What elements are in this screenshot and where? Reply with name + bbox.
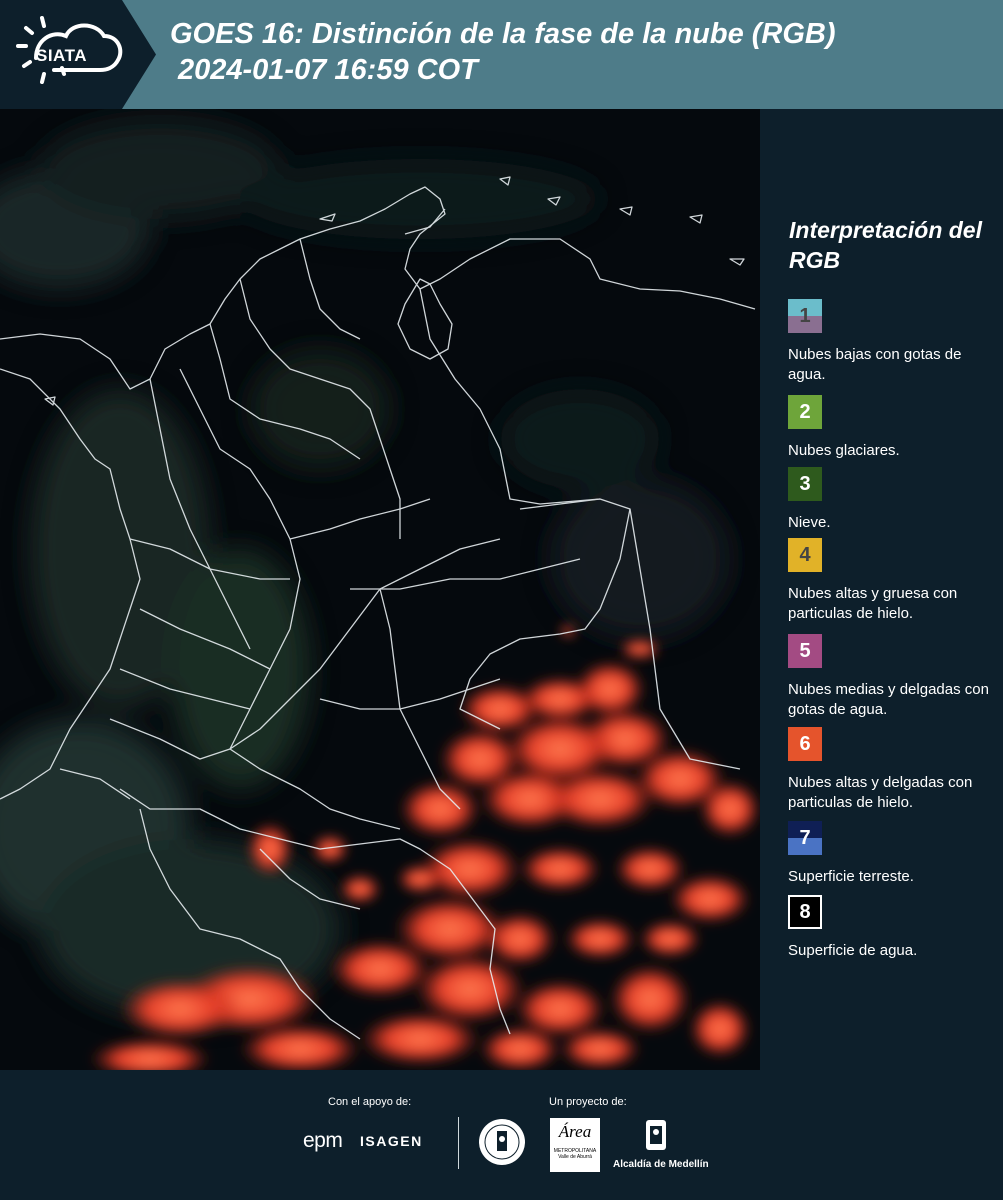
legend-item-8: 8 Superficie de agua.	[788, 895, 998, 961]
legend-swatch-6: 6	[788, 727, 822, 761]
legend-title: Interpretación del RGB	[789, 217, 982, 273]
legend-item-2: 2 Nubes glaciares.	[788, 395, 998, 461]
title-line-1: GOES 16: Distinción de la fase de la nub…	[170, 18, 836, 50]
legend-item-1: 1 Nubes bajas con gotas de agua.	[788, 299, 998, 385]
legend-item-4: 4 Nubes altas y gruesa con particulas de…	[788, 538, 998, 624]
epm-logo: epm	[303, 1129, 343, 1152]
area-logo-subtext: METROPOLITANA Valle de Aburrá	[553, 1148, 597, 1160]
logo-text: SIATA	[36, 46, 87, 65]
legend-item-3: 3 Nieve.	[788, 467, 998, 533]
footer: Con el apoyo de: Un proyecto de: epm ISA…	[0, 1070, 1003, 1200]
legend-label-3: Nieve.	[788, 514, 831, 531]
legend-swatch-4: 4	[788, 538, 822, 572]
legend-swatch-7: 7	[788, 821, 822, 855]
footer-divider	[458, 1117, 459, 1169]
medellin-label: Alcaldía de Medellín	[613, 1159, 709, 1170]
legend-panel: Interpretación del RGB 1 Nubes bajas con…	[760, 109, 1003, 1070]
satellite-map[interactable]	[0, 109, 760, 1070]
legend-swatch-1: 1	[788, 299, 822, 333]
header: SIATA GOES 16: Distinción de la fase de …	[0, 0, 1003, 109]
university-seal-icon	[479, 1119, 525, 1165]
legend-swatch-8: 8	[788, 895, 822, 929]
legend-swatch-5: 5	[788, 634, 822, 668]
legend-swatch-2: 2	[788, 395, 822, 429]
legend-label-7: Superficie terreste.	[788, 868, 914, 885]
legend-item-6: 6 Nubes altas y delgadas con particulas …	[788, 727, 998, 813]
legend-item-7: 7 Superficie terreste.	[788, 821, 998, 887]
legend-item-5: 5 Nubes medias y delgadas con gotas de a…	[788, 634, 998, 720]
legend-swatch-3: 3	[788, 467, 822, 501]
legend-label-1: Nubes bajas con gotas de agua.	[788, 346, 962, 383]
isagen-logo: ISAGEN	[360, 1133, 423, 1149]
legend-label-6: Nubes altas y delgadas con particulas de…	[788, 774, 973, 811]
area-logo-text: Área	[558, 1122, 592, 1141]
map-canvas	[0, 109, 760, 1070]
title-line-2: 2024-01-07 16:59 COT	[178, 54, 478, 86]
legend-label-5: Nubes medias y delgadas con gotas de agu…	[788, 681, 989, 718]
legend-label-8: Superficie de agua.	[788, 942, 918, 959]
area-metropolitana-logo: Área METROPOLITANA Valle de Aburrá	[550, 1118, 600, 1172]
project-label: Un proyecto de:	[549, 1096, 627, 1108]
legend-label-2: Nubes glaciares.	[788, 442, 900, 459]
support-label: Con el apoyo de:	[328, 1096, 412, 1108]
legend-label-4: Nubes altas y gruesa con particulas de h…	[788, 585, 958, 622]
medellin-crest-icon	[646, 1120, 666, 1150]
page-title: GOES 16: Distinción de la fase de la nub…	[170, 16, 836, 88]
